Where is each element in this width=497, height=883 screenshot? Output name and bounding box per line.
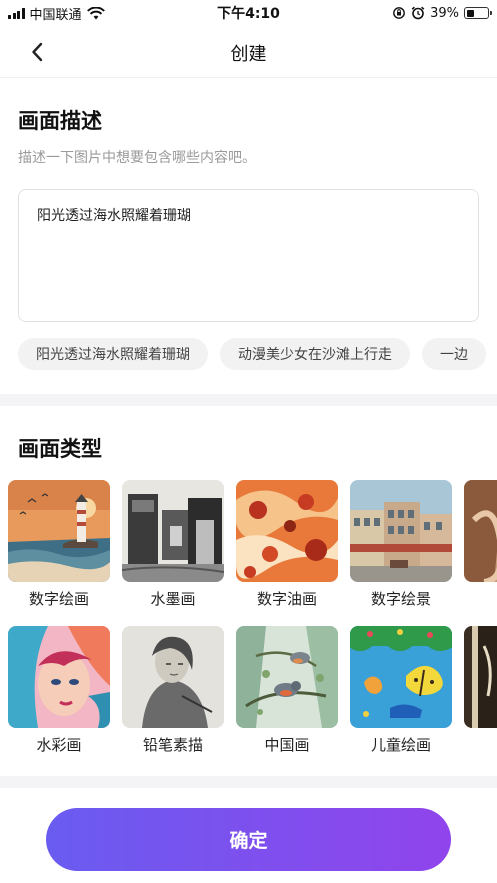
page-title: 创建 xyxy=(230,44,267,65)
watercolor-thumbnail xyxy=(8,626,110,728)
confirm-button[interactable]: 确定 xyxy=(46,808,451,871)
type-chinese-painting[interactable]: 中国画 xyxy=(236,626,338,755)
suggestion-chip[interactable]: 阳光透过海水照耀着珊瑚 xyxy=(18,338,208,370)
type-label: 儿童绘画 xyxy=(370,736,431,754)
rotation-lock-icon xyxy=(393,7,405,19)
wifi-icon xyxy=(86,6,105,19)
signal-icon xyxy=(8,7,25,19)
battery-level xyxy=(466,9,475,17)
type-label: 粉 xyxy=(464,588,497,609)
description-section: 画面描述 描述一下图片中想要包含哪些内容吧。 阳光透过海水照耀着珊瑚 阳光透过海… xyxy=(0,79,497,394)
type-label: 中国画 xyxy=(264,736,310,754)
type-digital-oil-painting[interactable]: 数字油画 xyxy=(236,480,338,609)
type-pencil-sketch[interactable]: 铅笔素描 xyxy=(122,626,224,755)
battery-icon xyxy=(464,7,492,19)
partial-2-thumbnail xyxy=(464,626,497,728)
status-left: 中国联通 xyxy=(8,4,105,23)
children-drawing-thumbnail xyxy=(350,626,452,728)
nav-bar: 创建 xyxy=(0,26,497,78)
type-label: 数字油画 xyxy=(256,590,317,608)
description-title: 画面描述 xyxy=(18,109,102,133)
type-label: 水彩画 xyxy=(36,736,82,754)
status-bar: 中国联通 下午4:10 39% xyxy=(0,0,497,26)
ink-painting-thumbnail xyxy=(122,480,224,582)
type-title: 画面类型 xyxy=(18,437,102,461)
type-row-1: 数字绘画 水墨画 数字油画 数字绘景 xyxy=(8,480,497,609)
suggestion-chip[interactable]: 一边 xyxy=(422,338,486,370)
type-section: 画面类型 数字绘画 水墨画 数字油画 数字绘景 水彩画 铅笔素描 中国画 儿童绘… xyxy=(0,406,497,776)
suggestion-chips: 阳光透过海水照耀着珊瑚 动漫美少女在沙滩上行走 一边 xyxy=(18,338,486,370)
type-label: 数字绘景 xyxy=(370,590,431,608)
suggestion-chip[interactable]: 动漫美少女在沙滩上行走 xyxy=(220,338,410,370)
digital-oil-painting-thumbnail xyxy=(236,480,338,582)
carrier-name: 中国联通 xyxy=(29,7,82,23)
type-digital-painting[interactable]: 数字绘画 xyxy=(8,480,110,609)
digital-painting-thumbnail xyxy=(8,480,110,582)
type-partial[interactable]: 粉 xyxy=(464,480,497,609)
status-right: 39% xyxy=(392,5,492,21)
type-children-drawing[interactable]: 儿童绘画 xyxy=(350,626,452,755)
type-label: 水墨画 xyxy=(150,590,196,608)
type-label: 铅笔素描 xyxy=(142,736,203,754)
pencil-sketch-thumbnail xyxy=(122,626,224,728)
partial-thumbnail xyxy=(464,480,497,582)
section-divider xyxy=(0,394,497,406)
type-label: 木 xyxy=(464,734,497,755)
type-row-2: 水彩画 铅笔素描 中国画 儿童绘画 xyxy=(8,626,497,755)
type-watercolor[interactable]: 水彩画 xyxy=(8,626,110,755)
type-digital-scenery[interactable]: 数字绘景 xyxy=(350,480,452,609)
section-divider-bottom xyxy=(0,776,497,788)
type-partial-2[interactable]: 木 xyxy=(464,626,497,755)
type-label: 数字绘画 xyxy=(28,590,89,608)
description-subtitle: 描述一下图片中想要包含哪些内容吧。 xyxy=(18,150,256,166)
alarm-icon xyxy=(411,6,425,20)
battery-percent: 39% xyxy=(430,5,459,21)
digital-scenery-thumbnail xyxy=(350,480,452,582)
description-input[interactable]: 阳光透过海水照耀着珊瑚 xyxy=(18,189,479,322)
type-ink-painting[interactable]: 水墨画 xyxy=(122,480,224,609)
chinese-painting-thumbnail xyxy=(236,626,338,728)
